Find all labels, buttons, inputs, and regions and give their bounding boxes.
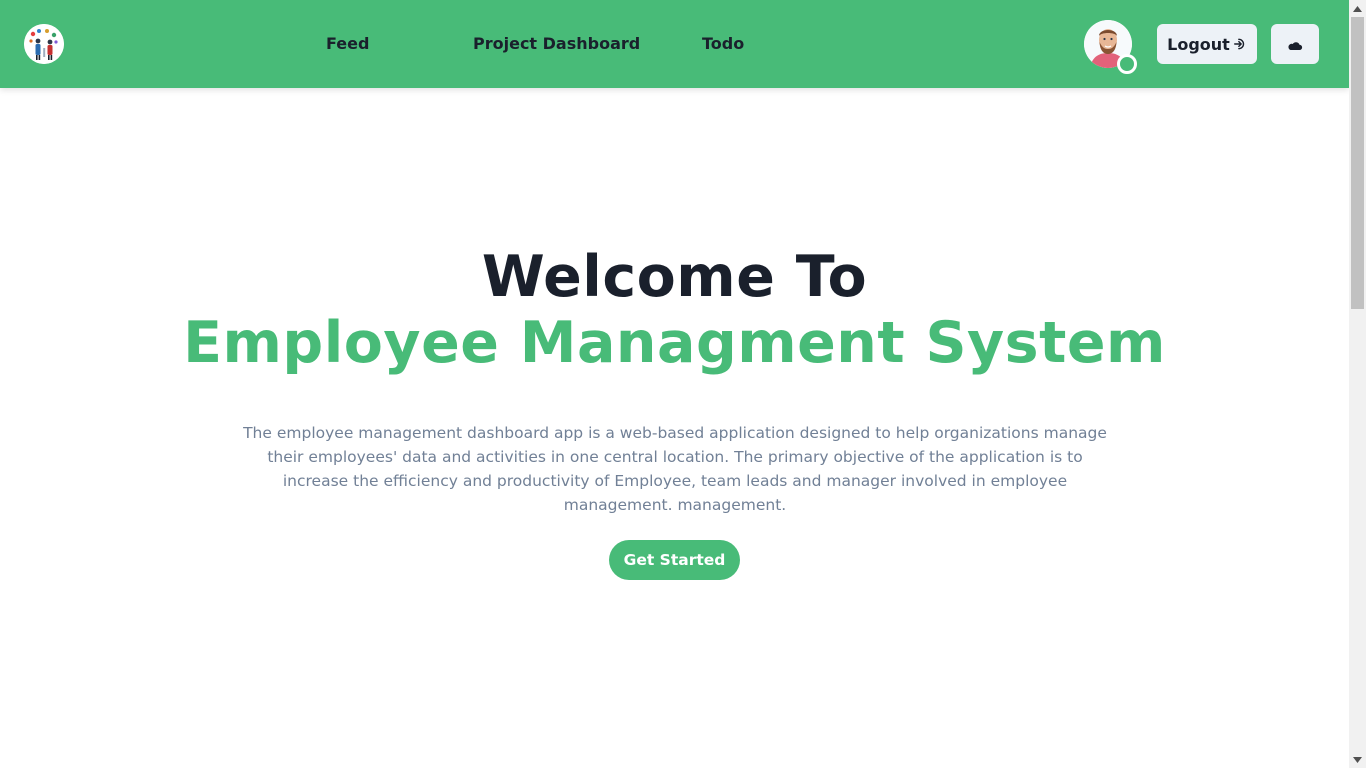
logout-icon: [1233, 38, 1244, 50]
nav-link-project-dashboard[interactable]: Project Dashboard: [473, 33, 640, 55]
page: Feed Project Dashboard Todo Logout Welco…: [0, 0, 1349, 768]
online-status-indicator: [1117, 54, 1137, 74]
scrollbar-thumb[interactable]: [1351, 17, 1364, 309]
navbar: Feed Project Dashboard Todo Logout: [0, 0, 1349, 88]
logout-label: Logout: [1167, 34, 1230, 54]
nav-link-todo[interactable]: Todo: [702, 33, 744, 55]
scroll-up-arrow-icon[interactable]: [1349, 0, 1366, 17]
hero-description: The employee management dashboard app is…: [243, 424, 1107, 514]
logout-button[interactable]: Logout: [1157, 24, 1257, 64]
app-logo[interactable]: [24, 24, 64, 64]
theme-toggle-button[interactable]: [1271, 24, 1319, 64]
nav-link-feed[interactable]: Feed: [326, 33, 369, 55]
team-people-logo-icon: [24, 24, 64, 64]
get-started-button[interactable]: Get Started: [609, 540, 740, 580]
hero-title-app-name: Employee Managment System: [183, 310, 1166, 376]
scroll-down-arrow-icon[interactable]: [1349, 751, 1366, 768]
moon-cloud-icon: [1288, 37, 1303, 50]
hero-title-welcome: Welcome To: [481, 244, 868, 310]
vertical-scrollbar[interactable]: [1349, 0, 1366, 768]
